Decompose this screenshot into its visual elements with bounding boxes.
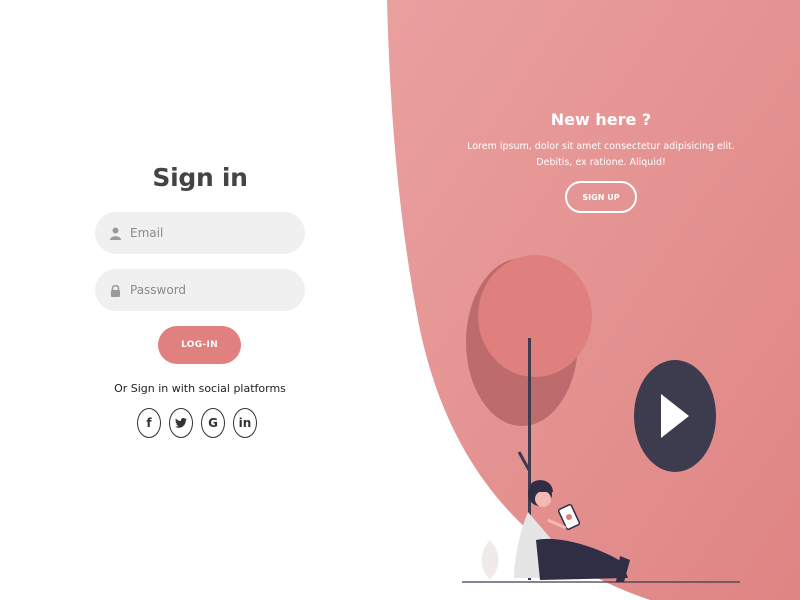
password-field[interactable] <box>95 269 305 311</box>
email-field[interactable] <box>95 212 305 254</box>
password-input[interactable] <box>128 282 292 298</box>
email-input[interactable] <box>128 225 292 241</box>
signin-title: Sign in <box>152 163 248 192</box>
signup-button[interactable]: SIGN UP <box>565 181 637 213</box>
signup-panel: New here ? Lorem ipsum, dolor sit amet c… <box>455 105 747 213</box>
linkedin-button[interactable]: in <box>233 408 257 438</box>
user-icon <box>109 226 121 240</box>
page: Sign in LOG-IN Or Sign in with social pl… <box>0 0 800 600</box>
google-button[interactable]: G <box>201 408 225 438</box>
social-text: Or Sign in with social platforms <box>114 382 286 395</box>
facebook-button[interactable]: f <box>137 408 161 438</box>
google-icon: G <box>208 416 218 430</box>
lock-icon <box>109 283 121 297</box>
facebook-icon: f <box>146 416 152 430</box>
play-button[interactable] <box>634 360 716 472</box>
twitter-button[interactable] <box>169 408 193 438</box>
login-button[interactable]: LOG-IN <box>158 326 241 364</box>
linkedin-icon: in <box>238 416 252 430</box>
panel-title: New here ? <box>550 110 652 129</box>
twitter-icon <box>175 418 187 428</box>
social-buttons: f G in <box>137 408 257 438</box>
play-icon <box>661 394 689 438</box>
panel-description: Lorem ipsum, dolor sit amet consectetur … <box>467 141 735 168</box>
signin-form: Sign in LOG-IN Or Sign in with social pl… <box>95 150 305 438</box>
